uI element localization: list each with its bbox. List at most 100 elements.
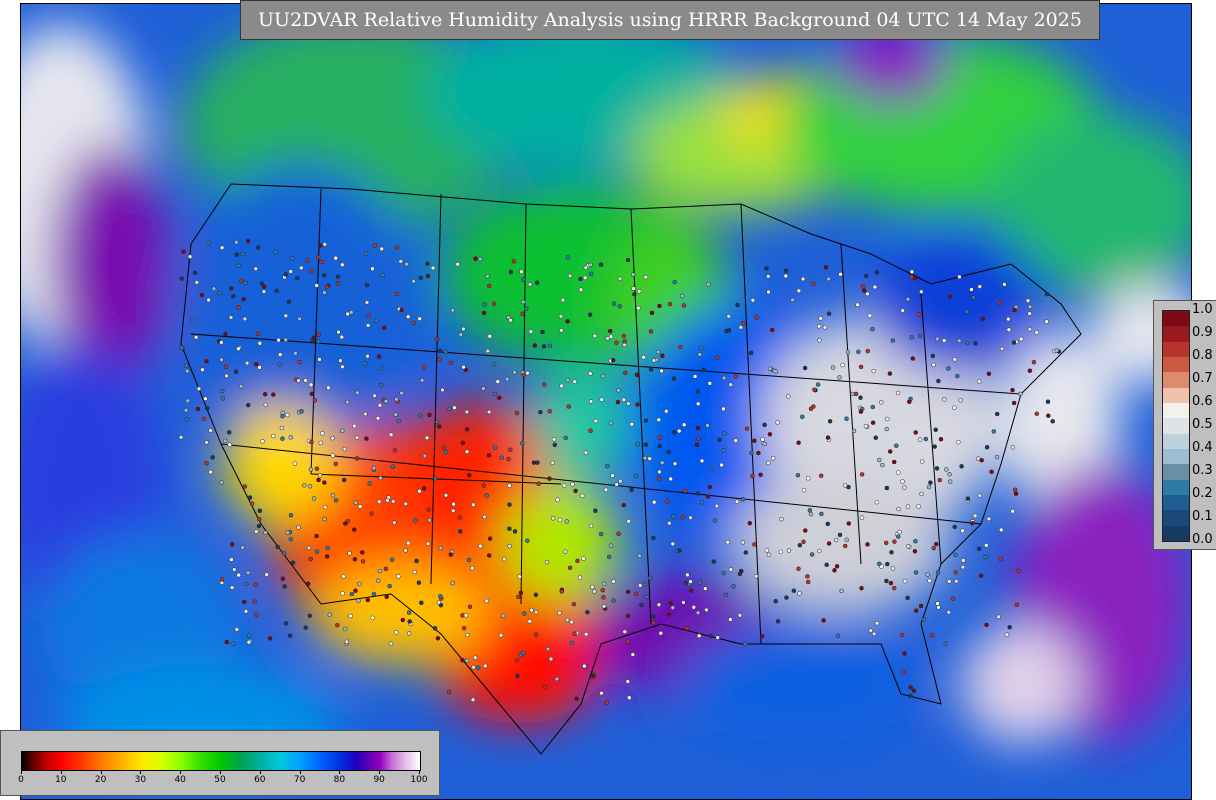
side-colorbar-swatch xyxy=(1163,326,1189,343)
station-marker xyxy=(387,583,392,589)
station-marker xyxy=(681,303,687,308)
relative-humidity-map[interactable] xyxy=(21,4,1191,799)
station-marker xyxy=(870,326,875,332)
station-marker xyxy=(264,572,269,577)
station-marker xyxy=(244,581,249,587)
station-marker xyxy=(676,428,682,434)
station-marker xyxy=(997,300,1003,306)
station-marker xyxy=(651,358,657,363)
station-marker xyxy=(825,435,831,440)
station-marker xyxy=(394,245,400,250)
station-marker xyxy=(704,607,709,613)
station-marker xyxy=(396,574,401,579)
station-marker xyxy=(858,395,863,400)
station-marker xyxy=(1018,391,1023,397)
station-marker xyxy=(715,635,720,640)
station-marker xyxy=(592,589,597,594)
station-marker xyxy=(599,397,604,402)
station-marker xyxy=(913,430,918,435)
station-marker xyxy=(870,404,876,410)
station-marker xyxy=(582,275,588,281)
station-marker xyxy=(830,365,836,370)
station-marker xyxy=(372,393,377,399)
side-colorbar-swatch xyxy=(1163,403,1189,419)
station-marker xyxy=(885,416,890,422)
station-marker xyxy=(883,540,889,546)
station-marker xyxy=(342,626,348,632)
station-marker xyxy=(766,552,772,558)
station-marker xyxy=(741,321,746,326)
station-marker xyxy=(887,449,893,454)
side-colorbar-tick: 0.0 xyxy=(1192,532,1213,547)
station-marker xyxy=(957,274,962,280)
station-marker xyxy=(625,257,631,263)
station-marker xyxy=(464,658,470,663)
station-marker xyxy=(905,544,911,549)
station-marker xyxy=(867,313,873,318)
station-marker xyxy=(905,504,911,509)
station-marker xyxy=(385,498,390,503)
station-marker xyxy=(542,684,548,690)
station-marker xyxy=(695,389,700,394)
station-marker xyxy=(846,521,852,526)
station-marker xyxy=(283,272,289,277)
bottom-colorbar-tickmark xyxy=(60,770,62,774)
station-marker xyxy=(708,633,714,639)
station-marker xyxy=(726,328,732,333)
station-marker xyxy=(633,591,639,597)
station-marker xyxy=(728,617,733,622)
station-marker xyxy=(908,685,913,690)
station-marker xyxy=(917,333,923,339)
station-marker xyxy=(288,512,294,518)
station-marker xyxy=(618,478,623,484)
station-marker xyxy=(581,556,586,561)
station-marker xyxy=(816,324,822,329)
bottom-colorbar-tickmark xyxy=(220,770,221,774)
station-marker xyxy=(288,435,293,440)
station-marker xyxy=(952,524,957,530)
station-marker xyxy=(375,578,381,583)
station-marker xyxy=(320,431,325,436)
station-marker xyxy=(786,394,791,399)
station-marker xyxy=(740,497,746,502)
station-marker xyxy=(383,566,389,572)
station-marker xyxy=(314,533,319,539)
station-marker xyxy=(775,420,780,425)
station-marker xyxy=(372,243,378,248)
side-colorbar-swatch xyxy=(1163,311,1189,327)
station-marker xyxy=(754,315,759,320)
station-marker xyxy=(682,488,688,494)
station-marker xyxy=(208,469,213,475)
station-marker xyxy=(840,362,845,368)
station-marker xyxy=(648,329,654,334)
station-marker xyxy=(1014,602,1020,607)
station-marker xyxy=(590,584,595,590)
station-marker xyxy=(894,443,899,448)
station-marker xyxy=(946,609,952,615)
station-marker xyxy=(853,391,859,397)
station-marker xyxy=(340,262,345,268)
station-marker xyxy=(695,610,701,616)
station-marker xyxy=(808,511,814,517)
station-marker xyxy=(322,504,328,510)
station-marker xyxy=(297,316,302,322)
station-marker xyxy=(243,280,248,286)
station-marker xyxy=(190,317,195,323)
station-marker xyxy=(707,381,713,386)
station-marker xyxy=(709,466,715,472)
station-marker xyxy=(548,656,554,662)
station-marker xyxy=(461,326,466,332)
station-marker xyxy=(808,406,814,412)
station-marker xyxy=(416,580,422,585)
station-marker xyxy=(919,459,925,464)
station-marker xyxy=(241,599,247,605)
station-marker xyxy=(941,338,947,343)
station-marker xyxy=(565,377,571,383)
station-marker xyxy=(411,320,416,326)
station-marker xyxy=(262,391,268,397)
station-marker xyxy=(544,559,550,565)
station-marker xyxy=(398,259,404,264)
station-marker xyxy=(639,602,644,608)
station-marker xyxy=(352,527,357,532)
station-marker xyxy=(574,696,579,702)
